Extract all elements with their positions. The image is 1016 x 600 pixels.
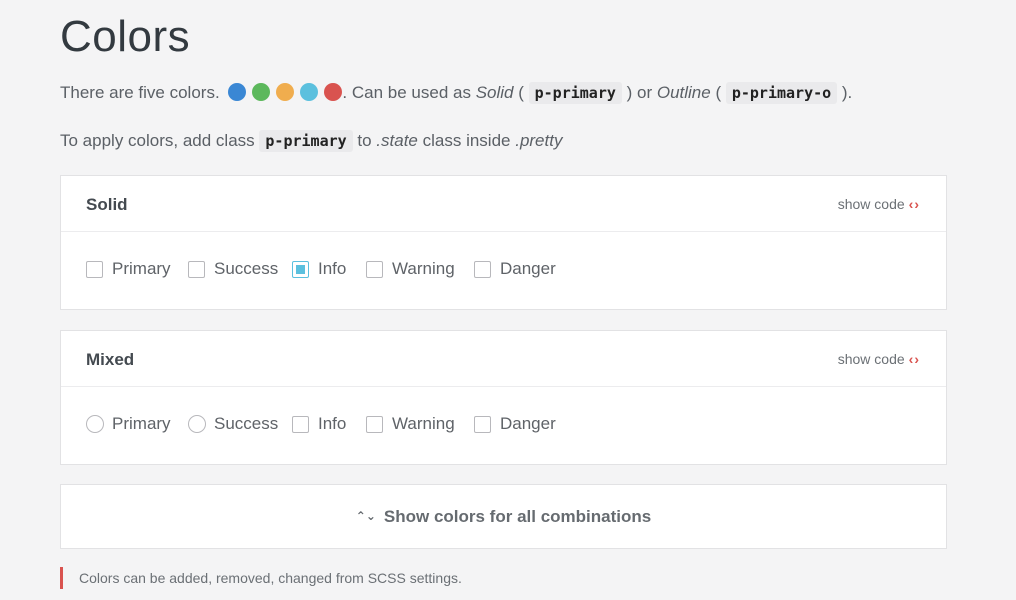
code-p-primary: p-primary <box>528 82 622 104</box>
color-dot-primary <box>228 83 247 101</box>
solid-checkbox-danger[interactable]: Danger <box>474 259 556 279</box>
color-dot-info <box>300 83 319 101</box>
checkbox-label: Info <box>318 414 347 433</box>
mixed-card-body: Primary Success Info Warning Danger <box>61 387 946 464</box>
solid-checkbox-warning[interactable]: Warning <box>366 259 455 279</box>
toggle-label: Show colors for all combinations <box>383 507 652 526</box>
mixed-card-header: Mixed show code ‹› <box>61 331 946 387</box>
mixed-checkbox-warning[interactable]: Warning <box>366 414 455 434</box>
checkbox-box <box>86 260 103 278</box>
checkbox-box <box>366 260 383 278</box>
checkbox-box <box>188 260 205 278</box>
checkbox-label: Danger <box>500 414 556 433</box>
intro-usage-text: . Can be used as <box>342 83 476 102</box>
expand-collapse-icon: ⌃⌄ <box>355 509 376 523</box>
mixed-radio-primary[interactable]: Primary <box>86 414 171 434</box>
apply-text: To apply colors, add class <box>60 131 260 150</box>
checkbox-label: Warning <box>392 259 455 278</box>
paren-open: ( <box>513 83 529 102</box>
color-dot-danger <box>324 83 343 101</box>
code-icon: ‹› <box>908 196 920 212</box>
mixed-checkbox-danger[interactable]: Danger <box>474 414 556 434</box>
checkbox-box-checked <box>292 260 309 278</box>
solid-checkbox-success[interactable]: Success <box>188 259 278 279</box>
solid-card-header: Solid show code ‹› <box>61 176 946 232</box>
apply-inside: class inside <box>417 131 516 150</box>
checkbox-box <box>474 260 491 278</box>
intro-text: There are five colors. <box>60 83 220 102</box>
show-code-label: show code <box>837 196 905 212</box>
radio-label: Success <box>214 414 279 433</box>
outline-word: Outline <box>656 83 711 102</box>
checkbox-box <box>292 415 309 433</box>
solid-checkbox-info[interactable]: Info <box>292 259 346 279</box>
solid-checkbox-primary[interactable]: Primary <box>86 259 171 279</box>
paren-close-end: ). <box>837 83 853 102</box>
solid-word: Solid <box>475 83 514 102</box>
apply-paragraph: To apply colors, add class p-primary to … <box>60 130 563 152</box>
mixed-checkbox-info[interactable]: Info <box>292 414 346 434</box>
mixed-card-title: Mixed <box>86 350 135 369</box>
checkbox-box <box>474 415 491 433</box>
scss-note: Colors can be added, removed, changed fr… <box>60 567 462 589</box>
checkbox-box <box>366 415 383 433</box>
radio-circle <box>86 415 104 433</box>
paren-open-2: ( <box>710 83 726 102</box>
checkbox-label: Success <box>214 259 279 278</box>
mixed-radio-success[interactable]: Success <box>188 414 278 434</box>
solid-card-body: Primary Success Info Warning Danger <box>61 232 946 309</box>
page-title: Colors <box>60 12 191 61</box>
apply-to: to <box>352 131 377 150</box>
apply-code: p-primary <box>259 130 353 152</box>
color-dot-success <box>252 83 271 101</box>
state-word: .state <box>376 131 418 150</box>
intro-paragraph: There are five colors. . Can be used as … <box>60 82 853 104</box>
color-dot-warning <box>276 83 295 101</box>
code-p-primary-o: p-primary-o <box>725 82 838 104</box>
radio-label: Primary <box>112 414 171 433</box>
show-all-combinations-button[interactable]: ⌃⌄ Show colors for all combinations <box>60 484 947 549</box>
solid-show-code-button[interactable]: show code ‹› <box>838 196 920 212</box>
checkbox-label: Primary <box>112 259 171 278</box>
checkbox-label: Danger <box>500 259 556 278</box>
code-icon: ‹› <box>908 351 920 367</box>
solid-card-title: Solid <box>86 195 128 214</box>
color-dots <box>224 83 343 102</box>
radio-circle <box>188 415 206 433</box>
show-code-label: show code <box>837 351 905 367</box>
paren-close-or: ) or <box>621 83 657 102</box>
mixed-card: Mixed show code ‹› Primary Success Info W… <box>60 330 947 465</box>
mixed-show-code-button[interactable]: show code ‹› <box>838 351 920 367</box>
solid-card: Solid show code ‹› Primary Success Info W… <box>60 175 947 310</box>
pretty-word: .pretty <box>515 131 563 150</box>
checkbox-label: Warning <box>392 414 455 433</box>
checkbox-label: Info <box>318 259 347 278</box>
toggle-content: ⌃⌄ Show colors for all combinations <box>61 507 946 527</box>
